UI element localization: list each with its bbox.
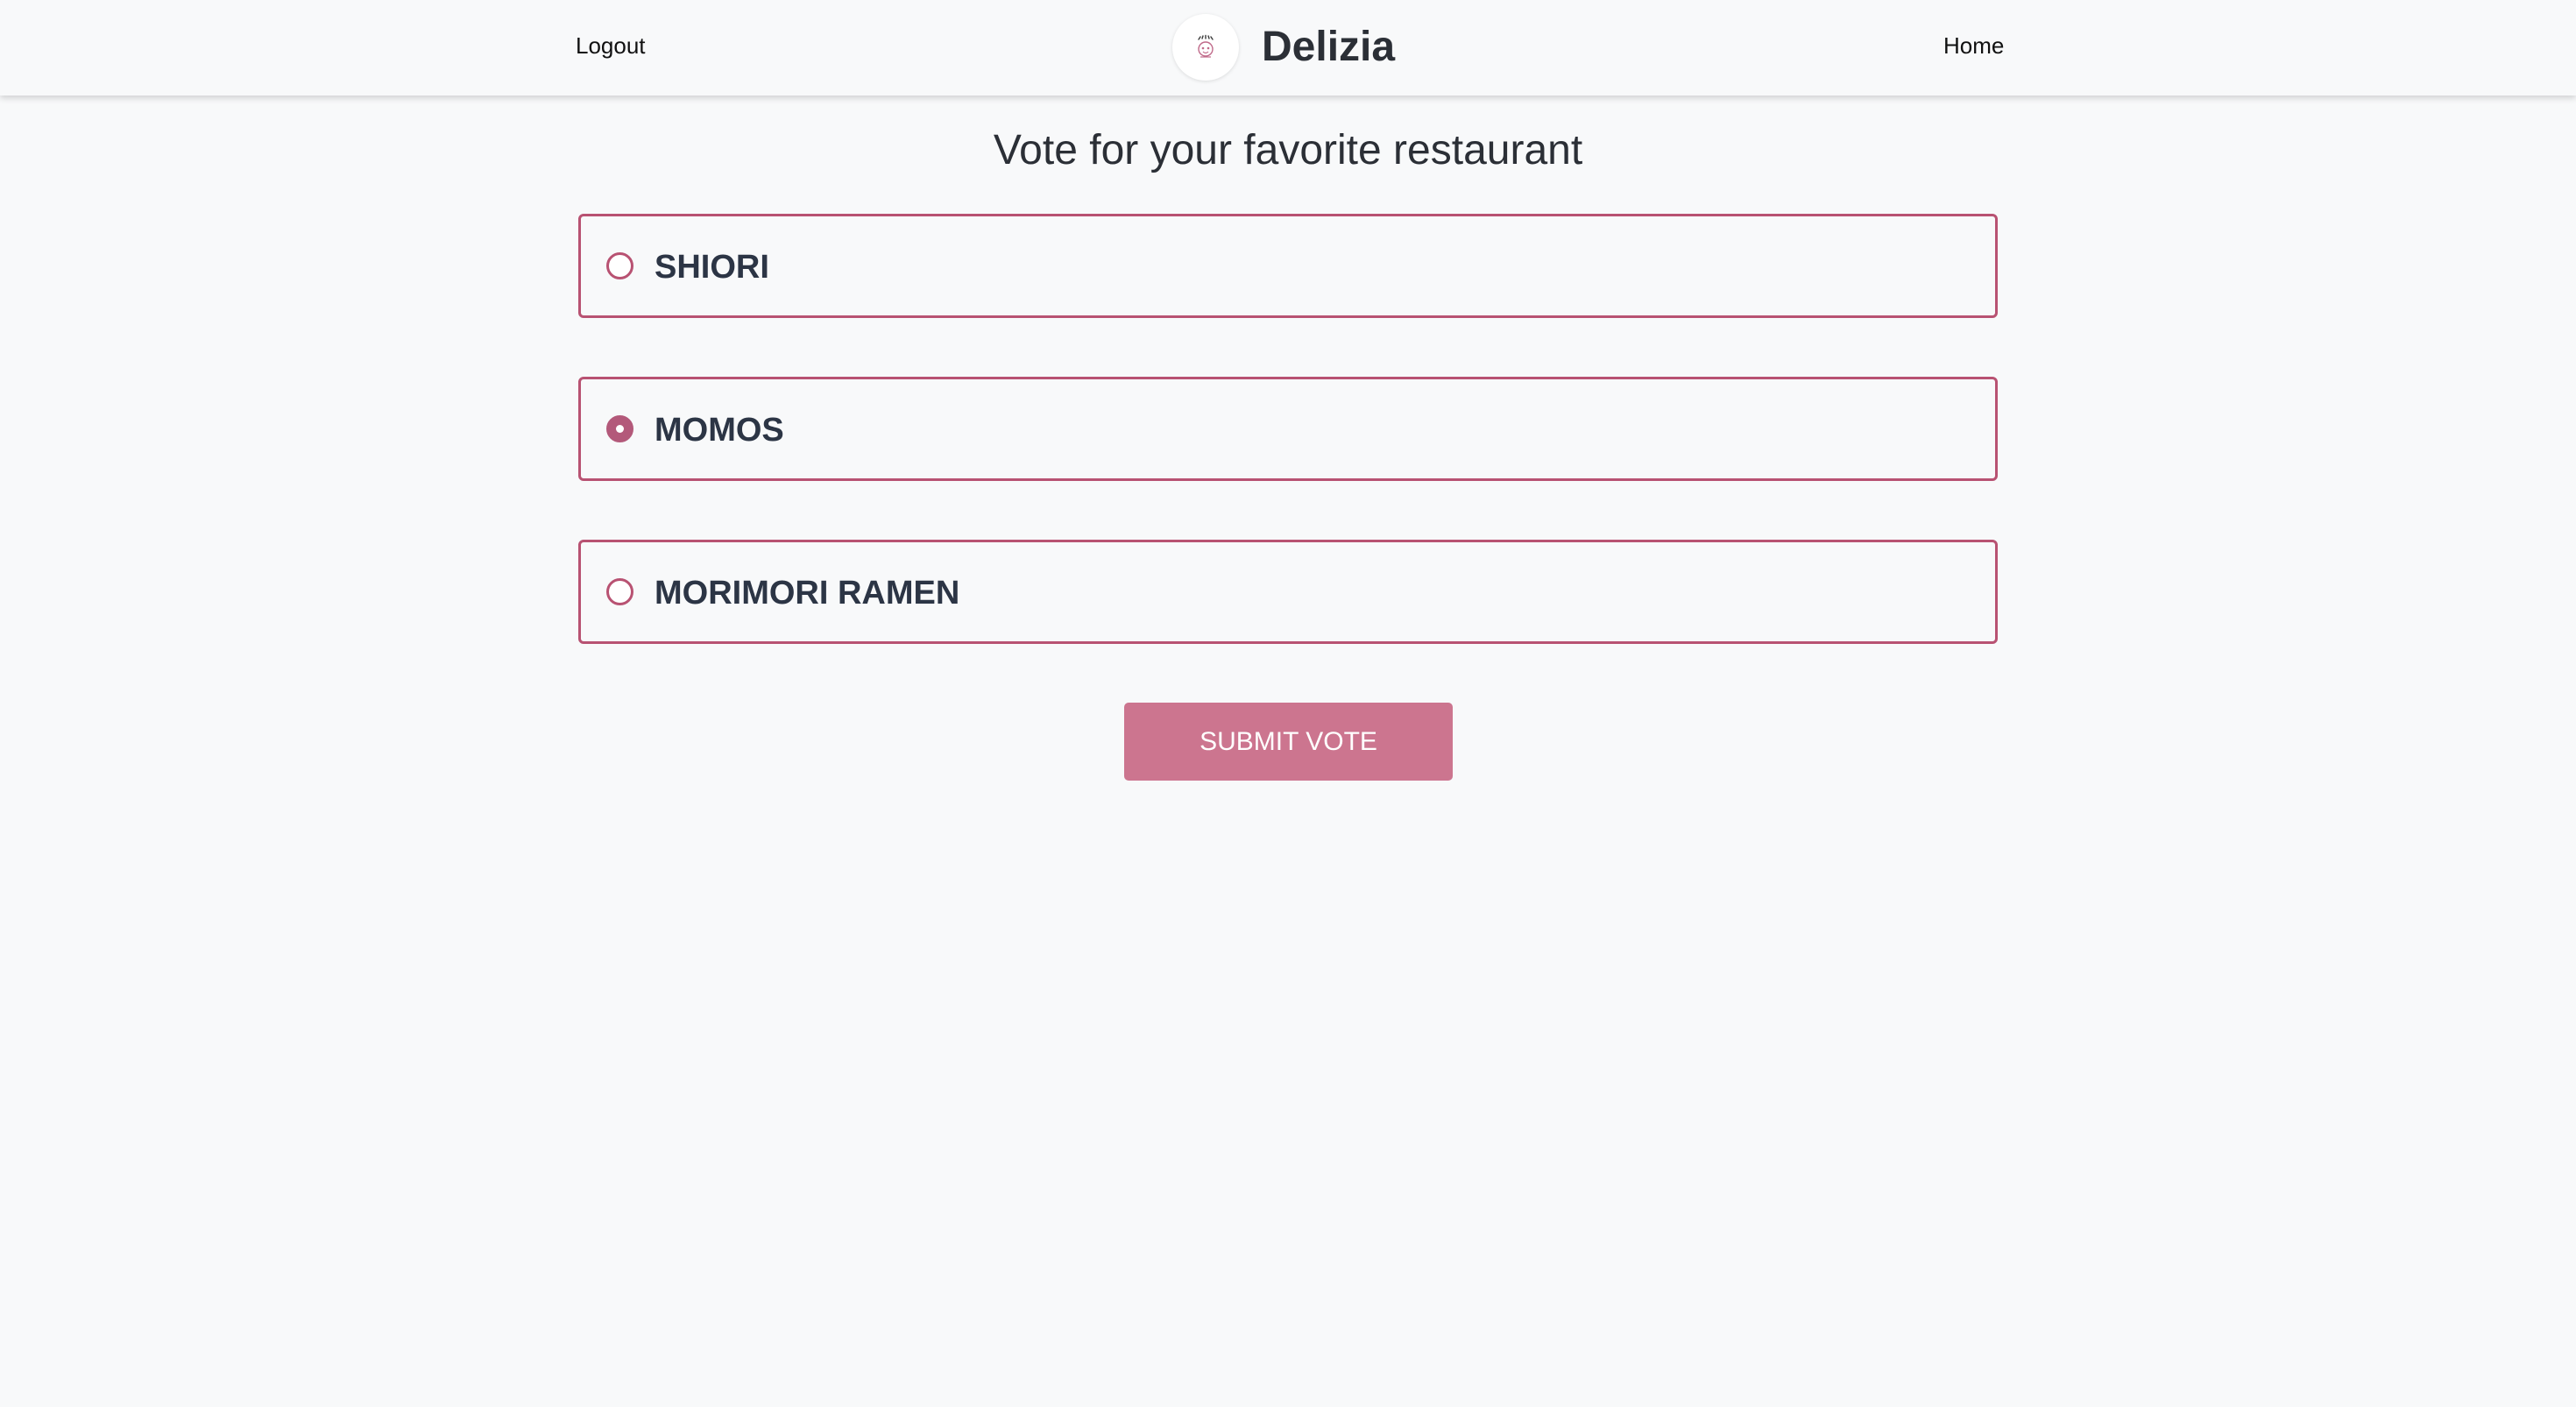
option-label: MOMOS (655, 412, 784, 449)
logout-link[interactable]: Logout (576, 32, 646, 59)
option-label: SHIORI (655, 249, 769, 286)
navbar: Logout Delizia Home (0, 0, 2576, 95)
radio-morimori-ramen[interactable] (606, 578, 633, 605)
brand-name: Delizia (1262, 24, 1396, 70)
radio-dot (616, 425, 624, 433)
vote-form: Vote for your favorite restaurant SHIORI… (578, 95, 1998, 1407)
home-link[interactable]: Home (1943, 32, 2004, 59)
option-momos[interactable]: MOMOS (578, 377, 1998, 481)
brand[interactable]: Delizia (1172, 14, 1395, 81)
restaurant-logo-icon (1172, 14, 1239, 81)
submit-vote-button[interactable]: SUBMIT VOTE (1124, 703, 1453, 781)
radio-momos[interactable] (606, 415, 633, 442)
option-morimori-ramen[interactable]: MORIMORI RAMEN (578, 540, 1998, 644)
option-shiori[interactable]: SHIORI (578, 214, 1998, 318)
page-title: Vote for your favorite restaurant (993, 127, 1583, 173)
radio-shiori[interactable] (606, 252, 633, 279)
option-label: MORIMORI RAMEN (655, 575, 960, 612)
